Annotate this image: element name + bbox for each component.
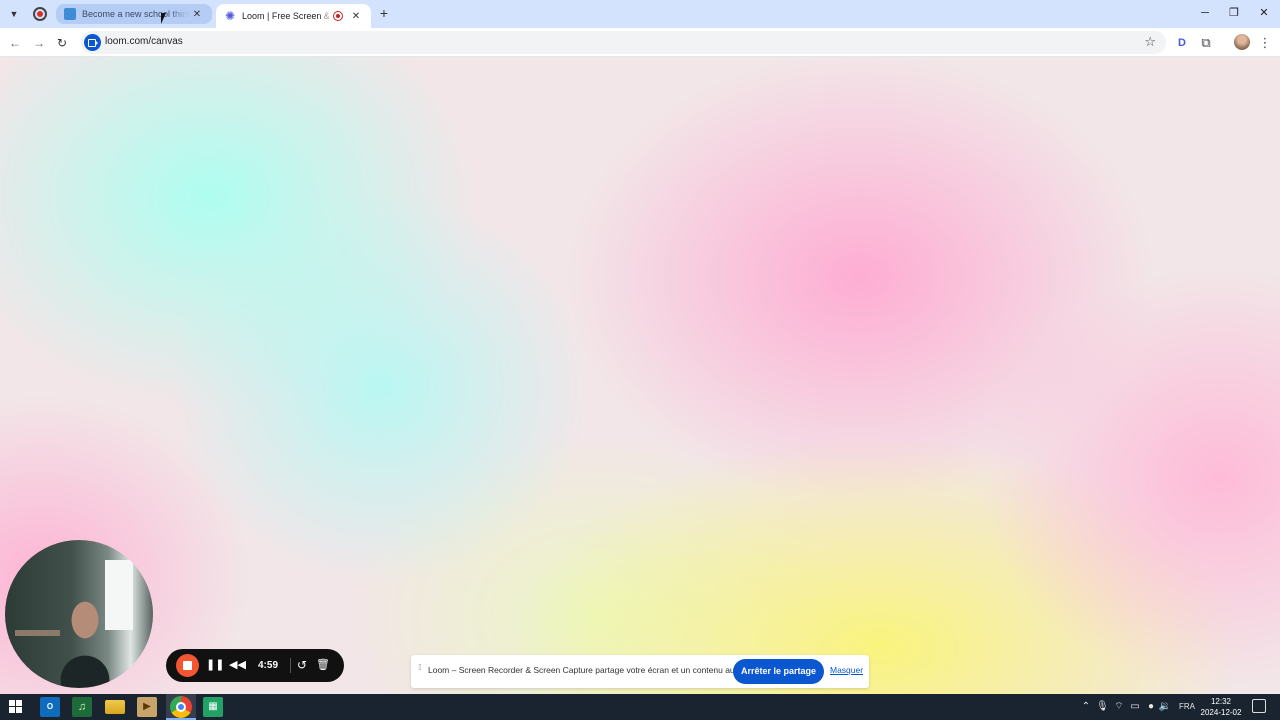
extension-d-icon[interactable]: D — [1173, 34, 1191, 52]
restore-button[interactable]: ❐ — [1219, 4, 1249, 22]
status-circle-icon[interactable]: ● — [1145, 699, 1157, 715]
forward-arrow-icon[interactable]: → — [30, 34, 48, 52]
browser-toolbar: ← → ↻ loom.com/canvas ☆ D ⧉ ⋮ — [0, 28, 1280, 57]
new-tab-button[interactable]: + — [376, 5, 392, 21]
tab-loom[interactable]: ✺ Loom | Free Screen & Video ✕ — [216, 4, 371, 28]
site-favicon-icon — [64, 8, 76, 20]
tab-title: Loom | Free Screen & Video — [242, 11, 333, 21]
share-message: Loom – Screen Recorder & Screen Capture … — [428, 665, 749, 675]
reload-icon[interactable]: ↻ — [53, 34, 71, 52]
loom-favicon-icon: ✺ — [224, 9, 236, 23]
clock-date: 2024-12-02 — [1200, 708, 1242, 717]
recording-timer: 4:59 — [257, 660, 278, 671]
minimize-button[interactable]: ─ — [1190, 4, 1220, 22]
mouse-cursor-icon — [161, 13, 166, 24]
hide-link[interactable]: Masquer — [830, 665, 863, 675]
trash-icon[interactable]: 🗑 — [315, 657, 331, 674]
file-explorer-icon[interactable] — [105, 700, 125, 714]
network-icon[interactable]: ⌔ — [1113, 699, 1125, 715]
close-window-button[interactable]: ✕ — [1249, 4, 1279, 22]
tab-become-new-school-thinker[interactable]: Become a new school thinker w ✕ — [56, 4, 212, 24]
webcam-window-light — [105, 560, 133, 630]
recording-control-bar: ❚❚ ◀◀ 4:59 ↺ 🗑 — [166, 649, 344, 682]
restart-icon[interactable]: ↺ — [294, 657, 310, 674]
stop-sharing-button[interactable]: Arrêter le partage — [733, 659, 824, 684]
language-indicator[interactable]: FRA — [1177, 699, 1197, 715]
tab-search-chevron-icon[interactable]: ▼ — [5, 5, 23, 23]
profile-avatar[interactable] — [1234, 34, 1250, 50]
rewind-icon[interactable]: ◀◀ — [229, 657, 246, 674]
windows-start-icon[interactable] — [9, 700, 23, 714]
battery-icon[interactable]: ▭ — [1128, 699, 1142, 715]
url-text[interactable]: loom.com/canvas — [105, 36, 183, 47]
site-info-icon[interactable] — [84, 34, 101, 51]
music-app-icon[interactable]: ♫ — [72, 697, 92, 717]
volume-icon[interactable]: 🔉 — [1158, 699, 1172, 715]
stop-recording-button[interactable] — [176, 654, 199, 677]
tray-overflow-chevron-icon[interactable]: ⌃ — [1080, 699, 1092, 715]
browser-menu-icon[interactable]: ⋮ — [1258, 34, 1272, 52]
clock-time: 12:32 — [1210, 697, 1232, 706]
chrome-icon[interactable] — [170, 696, 192, 718]
spreadsheet-app-icon[interactable]: ▦ — [203, 697, 223, 717]
back-arrow-icon[interactable]: ← — [6, 34, 24, 52]
webcam-bubble[interactable] — [5, 540, 153, 688]
windows-taskbar: O ♫ ▶ ▦ ⌃ 🎙 ⌔ ▭ ● 🔉 FRA 12:32 2024-12-02 — [0, 694, 1280, 720]
tab-strip: ▼ Become a new school thinker w ✕ ✺ Loom… — [0, 0, 1280, 28]
tab-title: Become a new school thinker w — [82, 9, 190, 19]
address-bar[interactable]: loom.com/canvas ☆ — [81, 31, 1166, 54]
tab-close-icon[interactable]: ✕ — [190, 9, 204, 20]
bookmark-star-icon[interactable]: ☆ — [1144, 34, 1156, 50]
screen-share-notice: ⁞⁞ Loom – Screen Recorder & Screen Captu… — [411, 655, 869, 688]
extensions-puzzle-icon[interactable]: ⧉ — [1197, 34, 1215, 52]
outlook-icon[interactable]: O — [40, 697, 60, 717]
pinned-tab-record-icon[interactable] — [33, 7, 47, 21]
notification-center-icon[interactable] — [1252, 699, 1266, 713]
screen: ▼ Become a new school thinker w ✕ ✺ Loom… — [0, 0, 1280, 720]
recording-indicator-icon — [333, 11, 343, 21]
control-divider — [290, 658, 291, 673]
media-player-icon[interactable]: ▶ — [137, 697, 157, 717]
loom-canvas-background — [0, 57, 1280, 694]
pause-icon[interactable]: ❚❚ — [206, 657, 224, 674]
tab-close-icon[interactable]: ✕ — [349, 11, 363, 22]
microphone-icon[interactable]: 🎙 — [1096, 699, 1109, 715]
webcam-shelf — [15, 630, 60, 636]
drag-handle-icon[interactable]: ⁞⁞ — [418, 664, 424, 677]
system-clock[interactable]: 12:32 2024-12-02 — [1198, 696, 1244, 718]
